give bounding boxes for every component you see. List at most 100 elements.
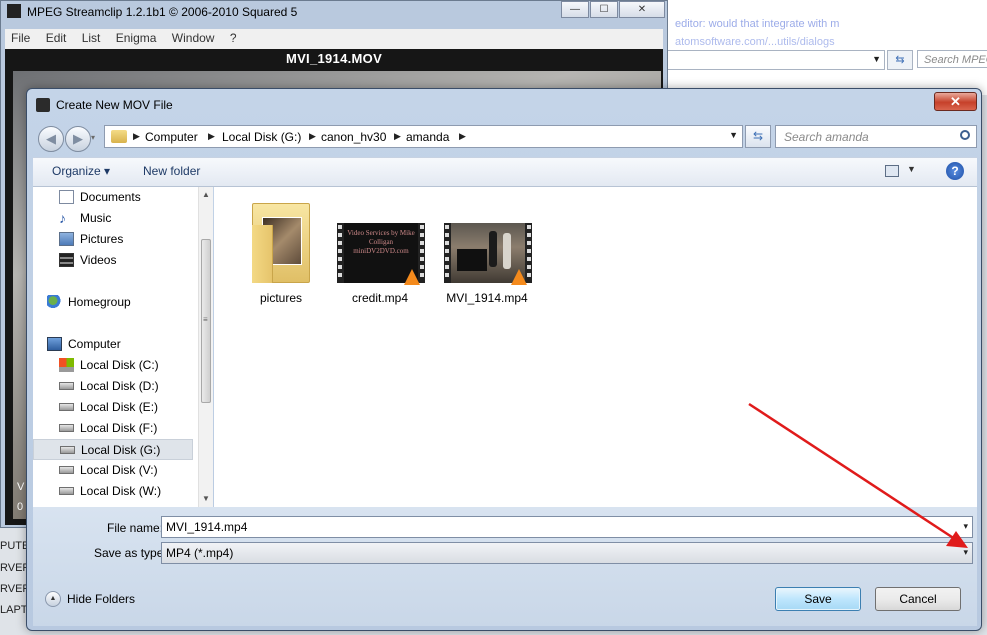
minimize-button[interactable]: — [561, 1, 589, 18]
recent-locations-dropdown[interactable]: ▾ [91, 133, 95, 142]
file-list: pictures Video Services by Mike Colligan… [214, 187, 977, 507]
sidebar-item-local-disk-w[interactable]: Local Disk (W:) [33, 481, 193, 502]
close-button[interactable]: ✕ [619, 1, 665, 18]
file-item-mvi-1914[interactable]: MVI_1914.mp4 [442, 195, 532, 307]
save-type-label: Save as type: [94, 546, 167, 560]
drive-icon [59, 466, 74, 474]
sidebar-item-label: Documents [80, 190, 141, 204]
breadcrumb-separator[interactable]: ▶ [208, 131, 215, 142]
chevron-down-icon[interactable]: ▼ [729, 130, 738, 140]
background-search-input[interactable]: Search MPEG [917, 50, 987, 68]
windows-drive-icon [59, 358, 74, 372]
file-label: credit.mp4 [351, 291, 409, 305]
sidebar-item-homegroup[interactable]: Homegroup [33, 292, 193, 313]
video-file-icon: Video Services by Mike Colligan miniDV2D… [337, 223, 425, 285]
breadcrumb-computer[interactable]: Computer [145, 130, 198, 144]
background-text: atomsoftware.com/...utils/dialogs [675, 36, 835, 48]
address-bar[interactable]: ▶ Computer ▶ Local Disk (G:) ▶ canon_hv3… [104, 125, 743, 148]
thumbnail-text: Video Services by Mike Colligan miniDV2D… [347, 229, 415, 255]
scroll-up-icon[interactable]: ▲ [202, 190, 210, 199]
scroll-down-icon[interactable]: ▼ [202, 494, 210, 503]
side-glyph: V [17, 481, 25, 493]
file-name-input[interactable]: MVI_1914.mp4 ▾ [161, 516, 973, 538]
sidebar-item-local-disk-g[interactable]: Local Disk (G:) [33, 439, 193, 460]
chevron-down-icon[interactable]: ▾ [963, 521, 968, 532]
file-label: pictures [259, 291, 303, 305]
sidebar-item-label: Local Disk (V:) [80, 463, 158, 477]
file-label: MVI_1914.mp4 [446, 291, 528, 305]
sidebar-item-local-disk-c[interactable]: Local Disk (C:) [33, 355, 193, 376]
side-glyph: 0 [17, 501, 24, 513]
menu-list[interactable]: List [76, 29, 107, 47]
refresh-icon[interactable]: ⇆ [887, 50, 913, 70]
sidebar-item-documents[interactable]: Documents [33, 187, 193, 208]
file-name-value: MVI_1914.mp4 [166, 520, 248, 534]
homegroup-icon [47, 295, 62, 309]
save-type-select[interactable]: MP4 (*.mp4) ▾ [161, 542, 973, 564]
background-text: LAPT [0, 604, 28, 616]
search-input[interactable]: Search amanda [775, 125, 977, 148]
help-button[interactable]: ? [946, 162, 964, 180]
folder-icon [111, 130, 127, 143]
sidebar-item-label: Computer [68, 337, 121, 351]
music-icon: ♪ [59, 210, 66, 226]
forward-button[interactable]: ▶ [65, 126, 91, 152]
view-options-icon[interactable] [885, 165, 899, 177]
sidebar-item-local-disk-d[interactable]: Local Disk (D:) [33, 376, 193, 397]
close-button[interactable]: ✕ [934, 92, 977, 111]
toolbar: Organize ▾ New folder ▼ ? [33, 157, 977, 187]
menu-edit[interactable]: Edit [40, 29, 73, 47]
dialog-app-icon [36, 98, 50, 112]
cancel-button[interactable]: Cancel [875, 587, 961, 611]
menu-help[interactable]: ? [224, 29, 243, 47]
menu-enigma[interactable]: Enigma [110, 29, 163, 47]
sidebar-item-videos[interactable]: Videos [33, 250, 193, 271]
save-type-value: MP4 (*.mp4) [166, 546, 234, 560]
background-address-dropdown[interactable]: ▼ [667, 50, 885, 70]
breadcrumb-separator[interactable]: ▶ [459, 131, 466, 142]
sidebar-item-label: Local Disk (D:) [80, 379, 159, 393]
chevron-down-icon[interactable]: ▾ [963, 547, 968, 558]
drive-icon [59, 403, 74, 411]
breadcrumb-amanda[interactable]: amanda [406, 130, 449, 144]
sidebar-item-pictures[interactable]: Pictures [33, 229, 193, 250]
chevron-up-icon: ▲ [45, 591, 61, 607]
search-placeholder: Search amanda [784, 130, 869, 144]
sidebar-item-label: Local Disk (E:) [80, 400, 159, 414]
loaded-filename: MVI_1914.MOV [285, 51, 383, 66]
chevron-down-icon[interactable]: ▼ [907, 164, 916, 174]
app-icon [7, 4, 21, 18]
window-title: MPEG Streamclip 1.2.1b1 © 2006-2010 Squa… [27, 5, 298, 19]
sidebar-item-label: Local Disk (C:) [80, 358, 159, 372]
breadcrumb-separator[interactable]: ▶ [394, 131, 401, 142]
maximize-button[interactable]: ☐ [590, 1, 618, 18]
organize-button[interactable]: Organize ▾ [52, 164, 110, 178]
sidebar-item-computer[interactable]: Computer [33, 334, 193, 355]
menu-bar: File Edit List Enigma Window ? [5, 29, 663, 50]
file-item-credit[interactable]: Video Services by Mike Colligan miniDV2D… [335, 195, 425, 307]
sidebar-item-local-disk-v[interactable]: Local Disk (V:) [33, 460, 193, 481]
drive-icon [59, 424, 74, 432]
sidebar-item-local-disk-f[interactable]: Local Disk (F:) [33, 418, 193, 439]
grip-icon: ≡ [203, 315, 208, 324]
menu-window[interactable]: Window [166, 29, 221, 47]
breadcrumb-canon-hv30[interactable]: canon_hv30 [321, 130, 386, 144]
background-browser-window: editor: would that integrate with m atom… [660, 0, 987, 95]
vlc-cone-icon [404, 269, 420, 285]
chevron-down-icon: ▼ [872, 54, 881, 64]
sidebar-item-local-disk-e[interactable]: Local Disk (E:) [33, 397, 193, 418]
breadcrumb-separator[interactable]: ▶ [133, 131, 140, 142]
drive-icon [60, 446, 75, 454]
back-button[interactable]: ◀ [38, 126, 64, 152]
breadcrumb-local-disk-g[interactable]: Local Disk (G:) [222, 130, 301, 144]
drive-icon [59, 487, 74, 495]
hide-folders-label: Hide Folders [67, 592, 136, 606]
sidebar-item-music[interactable]: ♪ Music [33, 208, 193, 229]
breadcrumb-separator[interactable]: ▶ [309, 131, 316, 142]
refresh-button[interactable]: ⇆ [745, 125, 771, 148]
new-folder-button[interactable]: New folder [143, 164, 200, 178]
menu-file[interactable]: File [5, 29, 36, 47]
file-item-pictures[interactable]: pictures [236, 195, 326, 307]
navigation-scrollbar[interactable]: ▲ ≡ ▼ [198, 187, 213, 507]
save-button[interactable]: Save [775, 587, 861, 611]
